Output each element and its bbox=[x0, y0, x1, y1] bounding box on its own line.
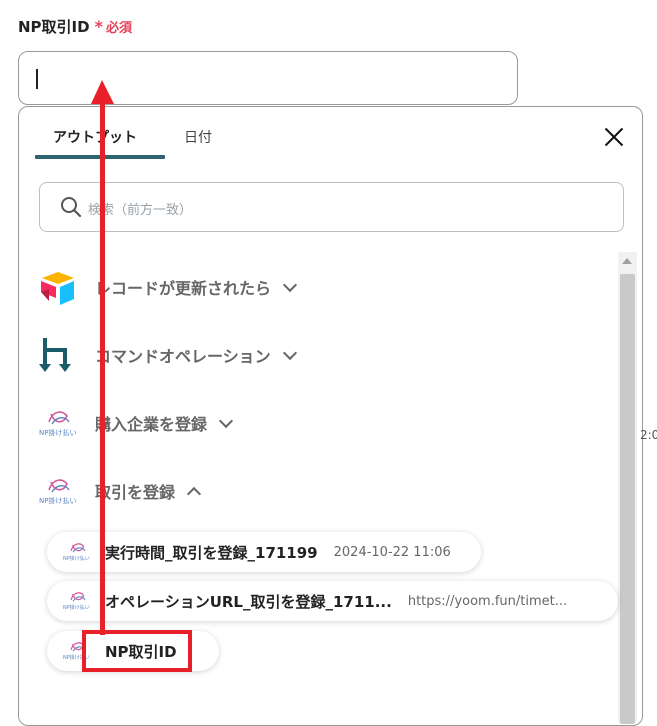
section-command-operation[interactable]: コマンドオペレーション bbox=[39, 335, 297, 375]
annotation-arrow-shaft bbox=[100, 100, 105, 635]
np-logo-icon: NP掛け払い bbox=[39, 476, 77, 506]
airtable-icon bbox=[39, 268, 77, 306]
np-logo-text: NP掛け払い bbox=[63, 556, 90, 562]
section-label: 取引を登録 bbox=[95, 483, 176, 502]
annotation-highlight-box bbox=[82, 630, 192, 672]
scroll-thumb[interactable] bbox=[620, 274, 635, 724]
scroll-up-arrow-icon[interactable] bbox=[622, 258, 632, 264]
output-item-operation-url[interactable]: NP掛け払い オペレーションURL_取引を登録_1711... https://… bbox=[47, 581, 618, 621]
section-register-purchaser[interactable]: NP掛け払い 購入企業を登録 bbox=[39, 403, 234, 443]
command-operation-icon bbox=[39, 336, 77, 374]
np-logo-text: NP掛け払い bbox=[63, 605, 90, 611]
field-label-text: NP取引ID bbox=[18, 18, 90, 36]
np-logo-text: NP掛け払い bbox=[39, 497, 77, 505]
close-icon[interactable] bbox=[601, 124, 627, 150]
text-caret bbox=[36, 69, 38, 89]
required-star: * bbox=[94, 17, 103, 36]
tab-output[interactable]: アウトプット bbox=[53, 127, 137, 147]
section-label: レコードが更新されたら bbox=[95, 279, 272, 298]
chevron-down-icon bbox=[218, 413, 234, 429]
background-text-fragment: 2:0 bbox=[640, 428, 657, 442]
section-label: 購入企業を登録 bbox=[95, 415, 208, 434]
annotation-arrow-head-icon bbox=[91, 80, 114, 104]
item-value: https://yoom.fun/timet... bbox=[407, 593, 568, 609]
chevron-up-icon bbox=[186, 486, 202, 502]
search-input[interactable]: 検索（前方一致） bbox=[39, 182, 624, 232]
section-register-transaction[interactable]: NP掛け払い 取引を登録 bbox=[39, 471, 202, 511]
np-logo-icon: NP掛け払い bbox=[63, 541, 93, 563]
tab-date[interactable]: 日付 bbox=[184, 127, 212, 147]
section-record-updated[interactable]: レコードが更新されたら bbox=[39, 267, 298, 307]
np-logo-icon: NP掛け払い bbox=[63, 590, 93, 612]
item-name: オペレーションURL_取引を登録_1711... bbox=[105, 592, 392, 611]
required-badge: 必須 bbox=[105, 21, 132, 36]
section-label: コマンドオペレーション bbox=[95, 347, 271, 366]
field-label: NP取引ID * 必須 bbox=[18, 16, 132, 37]
item-name: 実行時間_取引を登録_171199 bbox=[105, 543, 318, 562]
output-item-execution-time[interactable]: NP掛け払い 実行時間_取引を登録_171199 2024-10-22 11:0… bbox=[47, 532, 481, 572]
chevron-down-icon bbox=[282, 345, 297, 361]
np-logo-icon: NP掛け払い bbox=[39, 408, 77, 438]
item-value: 2024-10-22 11:06 bbox=[333, 544, 451, 560]
search-icon bbox=[61, 197, 82, 218]
chevron-down-icon bbox=[282, 277, 298, 293]
scrollbar[interactable] bbox=[618, 252, 637, 724]
np-logo-text: NP掛け払い bbox=[39, 429, 77, 437]
